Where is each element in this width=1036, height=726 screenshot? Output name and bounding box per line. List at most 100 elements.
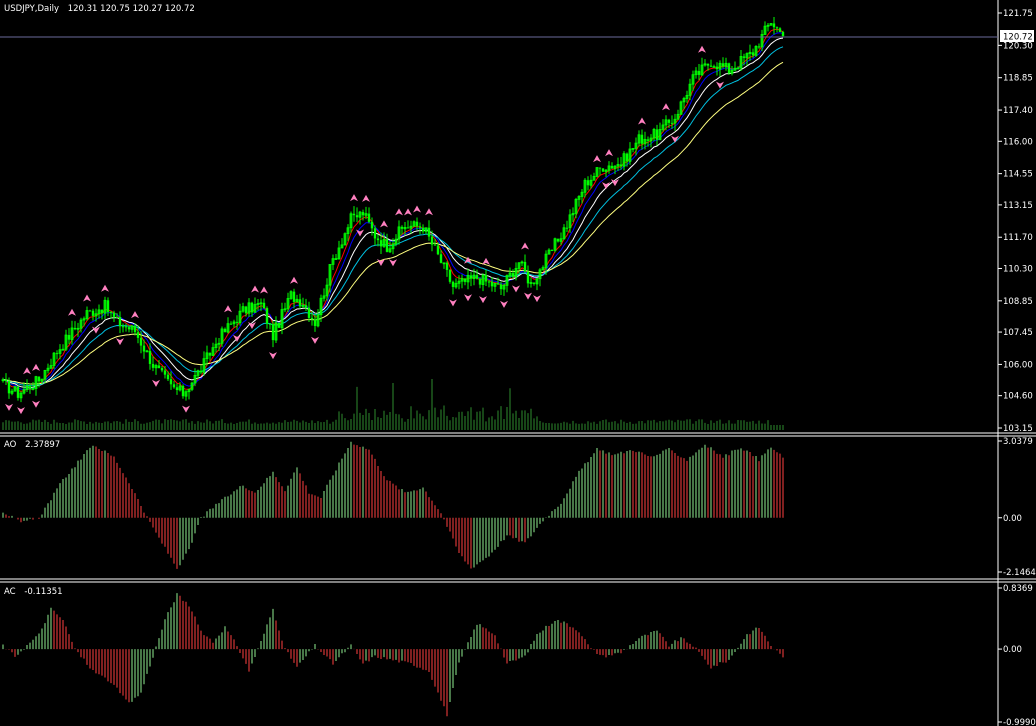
candle-body-down xyxy=(169,379,173,385)
price-tick-label: 111.70 xyxy=(1003,233,1033,243)
ac-tick-label: 0.00 xyxy=(1003,645,1022,655)
candle-body-down xyxy=(586,180,590,186)
candle-body-down xyxy=(268,323,272,325)
candle-body-down xyxy=(181,385,185,397)
ao-panel[interactable]: AO 2.37897 xyxy=(2,440,784,569)
fractal-up-arrow xyxy=(380,220,388,228)
candle-body-down xyxy=(121,326,125,328)
price-tick-label: 113.15 xyxy=(1003,201,1033,211)
price-tick-label: 121.75 xyxy=(1003,9,1033,19)
fractal-up-arrow xyxy=(404,208,412,216)
ac-title: AC -0.11351 xyxy=(4,587,63,597)
candle-body-down xyxy=(727,63,731,74)
candle-body-down xyxy=(223,328,227,333)
candle-body-down xyxy=(133,325,137,333)
ac-tick-label: 0.8369 xyxy=(1003,584,1033,594)
candle-body-down xyxy=(445,262,449,270)
candle-body-down xyxy=(376,238,380,241)
candle-body-down xyxy=(487,281,491,283)
price-tick-label: 118.85 xyxy=(1003,74,1033,84)
ao-histogram xyxy=(2,441,784,569)
candle-body-down xyxy=(775,27,779,29)
fractal-up-arrow xyxy=(350,194,358,202)
fractal-up-arrow xyxy=(23,367,31,375)
candle-body-down xyxy=(355,215,359,218)
fractal-down-arrow xyxy=(182,405,190,413)
candle-body-down xyxy=(160,368,164,371)
candle-body-down xyxy=(199,370,203,373)
candle-body-down xyxy=(742,56,746,58)
fractal-up-arrow xyxy=(698,45,706,53)
price-tick-label: 116.00 xyxy=(1003,137,1033,147)
ac-scale: 0.8369 0.00 -0.9990 xyxy=(998,584,1036,726)
fractal-down-arrow xyxy=(524,292,532,300)
candle-body-down xyxy=(73,327,77,330)
fractal-down-arrow xyxy=(269,352,277,360)
ac-histogram xyxy=(2,593,784,717)
candle-body-down xyxy=(706,63,710,66)
ac-tick-label: -0.9990 xyxy=(1003,718,1036,726)
fractal-up-arrow xyxy=(101,284,109,292)
candle-body-down xyxy=(484,274,488,282)
price-tick-label: 107.45 xyxy=(1003,328,1033,338)
ma-white-line xyxy=(2,37,784,389)
price-tick-label: 117.40 xyxy=(1003,106,1033,116)
fractal-up-arrow xyxy=(638,117,646,125)
candle-body-down xyxy=(16,386,20,398)
candle-body-down xyxy=(601,168,605,172)
candle-body-down xyxy=(439,254,443,263)
ma-red-line xyxy=(2,28,784,392)
candle-body-down xyxy=(244,306,248,314)
candle-body-down xyxy=(142,345,146,352)
candle-body-down xyxy=(463,278,467,282)
candle-body-down xyxy=(139,337,143,346)
fractal-up-arrow xyxy=(83,294,91,302)
candle-body-down xyxy=(478,278,482,285)
candle-body-down xyxy=(781,31,785,36)
main-panel[interactable]: USDJPY,Daily 120.31 120.75 120.27 120.72 xyxy=(0,4,998,430)
ao-tick-label: -2.1464 xyxy=(1003,568,1036,578)
candle-body-down xyxy=(250,302,254,313)
ac-panel[interactable]: AC -0.11351 xyxy=(2,587,784,717)
candle-body-up xyxy=(712,66,716,69)
candle-body-down xyxy=(598,167,602,169)
candle-body-down xyxy=(91,310,95,316)
candle-body-down xyxy=(67,335,71,340)
fractal-markers xyxy=(5,45,724,415)
candle-body-down xyxy=(655,129,659,140)
fractal-down-arrow xyxy=(32,400,40,408)
moving-averages xyxy=(2,28,784,392)
candle-body-down xyxy=(370,221,374,229)
ao-title: AO 2.37897 xyxy=(4,440,60,450)
price-tick-label: 106.00 xyxy=(1003,360,1033,370)
main-title: USDJPY,Daily 120.31 120.75 120.27 120.72 xyxy=(4,4,195,14)
candle-body-down xyxy=(418,226,422,228)
price-tick-label: 120.30 xyxy=(1003,41,1033,51)
fractal-up-arrow xyxy=(251,285,259,293)
symbol-label: USDJPY,Daily xyxy=(4,4,59,14)
candle-body-down xyxy=(448,269,452,282)
fractal-down-arrow xyxy=(512,285,520,293)
price-tick-label: 104.60 xyxy=(1003,392,1033,402)
candle-body-down xyxy=(265,308,269,324)
candle-body-down xyxy=(709,65,713,67)
candle-body-down xyxy=(310,317,314,320)
price-tick-labels: 121.75 120.30 118.85 117.40 116.00 114.55 113.… xyxy=(998,9,1033,434)
candle-body-down xyxy=(55,353,59,355)
trading-chart: USDJPY,Daily 120.31 120.75 120.27 120.72… xyxy=(0,0,1036,726)
price-scale[interactable]: 121.75 120.30 118.85 117.40 116.00 114.55 113.… xyxy=(998,9,1034,434)
ma-yellow-line xyxy=(2,61,784,385)
candle-body-down xyxy=(511,273,515,277)
candle-body-down xyxy=(430,236,434,245)
candle-body-down xyxy=(229,323,233,325)
candle-body-down xyxy=(151,363,155,368)
candle-body-down xyxy=(550,250,554,252)
ohlc-label: 120.31 120.75 120.27 120.72 xyxy=(68,4,195,14)
candle-body-down xyxy=(565,227,569,229)
candle-body-down xyxy=(772,23,776,28)
candlesticks xyxy=(1,16,785,403)
candle-body-down xyxy=(385,239,389,252)
candle-body-down xyxy=(640,134,644,144)
candle-body-down xyxy=(475,275,479,279)
fractal-down-arrow xyxy=(152,379,160,387)
